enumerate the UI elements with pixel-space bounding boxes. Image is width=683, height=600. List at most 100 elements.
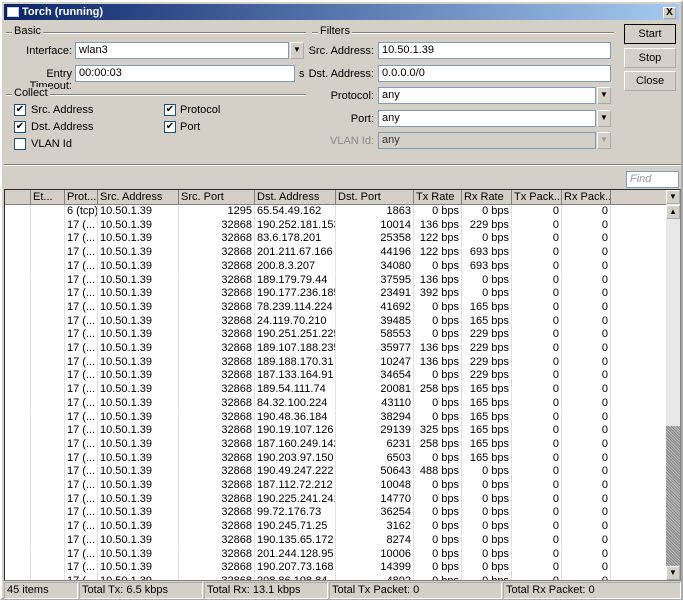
cell-protocol: 17 (... [65, 479, 98, 493]
scrollbar[interactable]: ▼ ▲ ▼ [666, 190, 680, 580]
close-button[interactable]: Close [624, 71, 676, 91]
cell-eth [31, 533, 65, 548]
table-row[interactable]: 17 (... 10.50.1.39 32868 208.86.198.84 4802 0… [5, 574, 668, 580]
table-row[interactable]: 17 (... 10.50.1.39 32868 24.119.70.210 39485… [5, 314, 668, 329]
stop-button[interactable]: Stop [624, 48, 676, 68]
cell-src-address: 10.50.1.39 [98, 218, 179, 233]
table-row[interactable]: 17 (... 10.50.1.39 32868 190.19.107.126 2913… [5, 424, 668, 438]
vlan-id-collect-label: VLAN Id [31, 138, 72, 150]
interface-select[interactable]: wlan3 [75, 42, 289, 59]
cell-dst-address: 201.244.128.95 [255, 547, 336, 562]
cell-dst-address: 187.133.164.91 [255, 369, 336, 384]
cell-blank [5, 424, 31, 438]
start-button[interactable]: Start [624, 24, 676, 44]
column-header-protocol[interactable]: Prot... [65, 190, 98, 205]
cell-src-port: 32868 [179, 314, 255, 329]
column-header-dst-port[interactable]: Dst. Port [336, 190, 414, 205]
table-row[interactable]: 17 (... 10.50.1.39 32868 83.6.178.201 25358 1… [5, 232, 668, 247]
protocol-dropdown-icon[interactable]: ▼ [597, 87, 611, 104]
table-row[interactable]: 17 (... 10.50.1.39 32868 190.135.65.172 8274… [5, 533, 668, 548]
column-header-blank[interactable] [5, 190, 31, 205]
cell-src-address: 10.50.1.39 [98, 396, 179, 411]
cell-eth [31, 218, 65, 233]
cell-tx-packets: 0 [512, 561, 562, 575]
column-header-tx-packets[interactable]: Tx Pack... [512, 190, 562, 205]
scroll-down-icon[interactable]: ▼ [666, 566, 680, 580]
cell-eth [31, 479, 65, 493]
entry-timeout-input[interactable]: 00:00:03 [75, 65, 295, 82]
find-input[interactable]: Find [626, 171, 679, 188]
table-row[interactable]: 17 (... 10.50.1.39 32868 99.72.176.73 36254 0… [5, 506, 668, 521]
dst-address-filter-input[interactable]: 0.0.0.0/0 [378, 65, 611, 82]
column-header-eth[interactable]: Et... [31, 190, 65, 205]
cell-blank [5, 410, 31, 425]
table-row[interactable]: 17 (... 10.50.1.39 32868 189.188.170.31 1024… [5, 355, 668, 370]
column-header-dst-address[interactable]: Dst. Address [255, 190, 336, 205]
table-row[interactable]: 17 (... 10.50.1.39 32868 84.32.100.224 43110… [5, 396, 668, 411]
table-row[interactable]: 17 (... 10.50.1.39 32868 190.203.97.150 6503… [5, 451, 668, 466]
cell-src-port: 32868 [179, 328, 255, 342]
cell-dst-port: 35977 [336, 342, 414, 356]
protocol-checkbox[interactable]: ✔ [164, 104, 176, 116]
table-row[interactable]: 17 (... 10.50.1.39 32868 190.48.36.184 38294… [5, 410, 668, 425]
table-row[interactable]: 17 (... 10.50.1.39 32868 187.112.72.212 1004… [5, 479, 668, 493]
cell-blank [5, 561, 31, 575]
port-dropdown-icon[interactable]: ▼ [597, 110, 611, 127]
table-row[interactable]: 17 (... 10.50.1.39 32868 190.252.181.153 100… [5, 218, 668, 233]
cell-src-address: 10.50.1.39 [98, 547, 179, 562]
table-row[interactable]: 17 (... 10.50.1.39 32868 190.207.73.168 1439… [5, 561, 668, 575]
table-row[interactable]: 17 (... 10.50.1.39 32868 190.225.241.241 147… [5, 492, 668, 507]
port-filter-label: Port: [350, 113, 374, 125]
table-row[interactable]: 17 (... 10.50.1.39 32868 201.244.128.95 1000… [5, 547, 668, 562]
column-menu-icon[interactable]: ▼ [666, 190, 680, 204]
protocol-filter-select[interactable]: any [378, 87, 596, 104]
src-address-checkbox[interactable]: ✔ [14, 104, 26, 116]
cell-tx-rate: 0 bps [414, 547, 462, 562]
table-row[interactable]: 17 (... 10.50.1.39 32868 201.211.67.166 4419… [5, 246, 668, 260]
cell-tx-packets: 0 [512, 355, 562, 370]
table-row[interactable]: 17 (... 10.50.1.39 32868 189.54.111.74 20081… [5, 383, 668, 397]
table-row[interactable]: 6 (tcp) 10.50.1.39 1295 65.54.49.162 1863 0 b… [5, 205, 668, 219]
vlan-id-checkbox[interactable] [14, 138, 26, 150]
port-checkbox[interactable]: ✔ [164, 121, 176, 133]
table-row[interactable]: 17 (... 10.50.1.39 32868 190.251.251.225 585… [5, 328, 668, 342]
cell-src-port: 32868 [179, 465, 255, 479]
port-filter-select[interactable]: any [378, 110, 596, 127]
table-row[interactable]: 17 (... 10.50.1.39 32868 190.177.236.185 234… [5, 287, 668, 301]
scroll-up-icon[interactable]: ▲ [666, 205, 680, 219]
column-header-tx-rate[interactable]: Tx Rate [414, 190, 462, 205]
cell-dst-port: 43110 [336, 396, 414, 411]
close-icon[interactable]: X [663, 7, 676, 19]
cell-src-port: 32868 [179, 506, 255, 521]
table-row[interactable]: 17 (... 10.50.1.39 32868 200.8.3.207 34080 0 … [5, 259, 668, 274]
basic-group-label: Basic [12, 25, 43, 37]
table-row[interactable]: 17 (... 10.50.1.39 32868 190.245.71.25 3162 0… [5, 520, 668, 534]
cell-protocol: 17 (... [65, 506, 98, 521]
src-address-filter-input[interactable]: 10.50.1.39 [378, 42, 611, 59]
cell-src-port: 32868 [179, 369, 255, 384]
column-header-src-address[interactable]: Src. Address [98, 190, 179, 205]
column-header-rx-rate[interactable]: Rx Rate [462, 190, 512, 205]
scrollbar-thumb[interactable] [666, 426, 680, 566]
table-row[interactable]: 17 (... 10.50.1.39 32868 189.107.188.235 359… [5, 342, 668, 356]
dst-address-filter-label: Dst. Address: [308, 68, 374, 80]
table-row[interactable]: 17 (... 10.50.1.39 32868 187.133.164.91 3465… [5, 369, 668, 384]
cell-dst-address: 189.188.170.31 [255, 355, 336, 370]
cell-rx-packets: 0 [562, 314, 611, 329]
cell-src-address: 10.50.1.39 [98, 451, 179, 466]
cell-dst-address: 190.135.65.172 [255, 533, 336, 548]
cell-protocol: 17 (... [65, 574, 98, 580]
table-row[interactable]: 17 (... 10.50.1.39 32868 189.179.79.44 37595… [5, 273, 668, 288]
cell-eth [31, 561, 65, 575]
column-header-src-port[interactable]: Src. Port [179, 190, 255, 205]
dst-address-checkbox[interactable]: ✔ [14, 121, 26, 133]
cell-blank [5, 437, 31, 452]
table-row[interactable]: 17 (... 10.50.1.39 32868 78.239.114.224 4169… [5, 300, 668, 315]
table-row[interactable]: 17 (... 10.50.1.39 32868 190.49.247.222 5064… [5, 465, 668, 479]
cell-blank [5, 383, 31, 397]
cell-rx-rate: 165 bps [462, 410, 512, 425]
column-header-rx-packets[interactable]: Rx Pack... [562, 190, 611, 205]
cell-rx-packets: 0 [562, 383, 611, 397]
cell-blank [5, 232, 31, 247]
table-row[interactable]: 17 (... 10.50.1.39 32868 187.160.249.142 623… [5, 437, 668, 452]
